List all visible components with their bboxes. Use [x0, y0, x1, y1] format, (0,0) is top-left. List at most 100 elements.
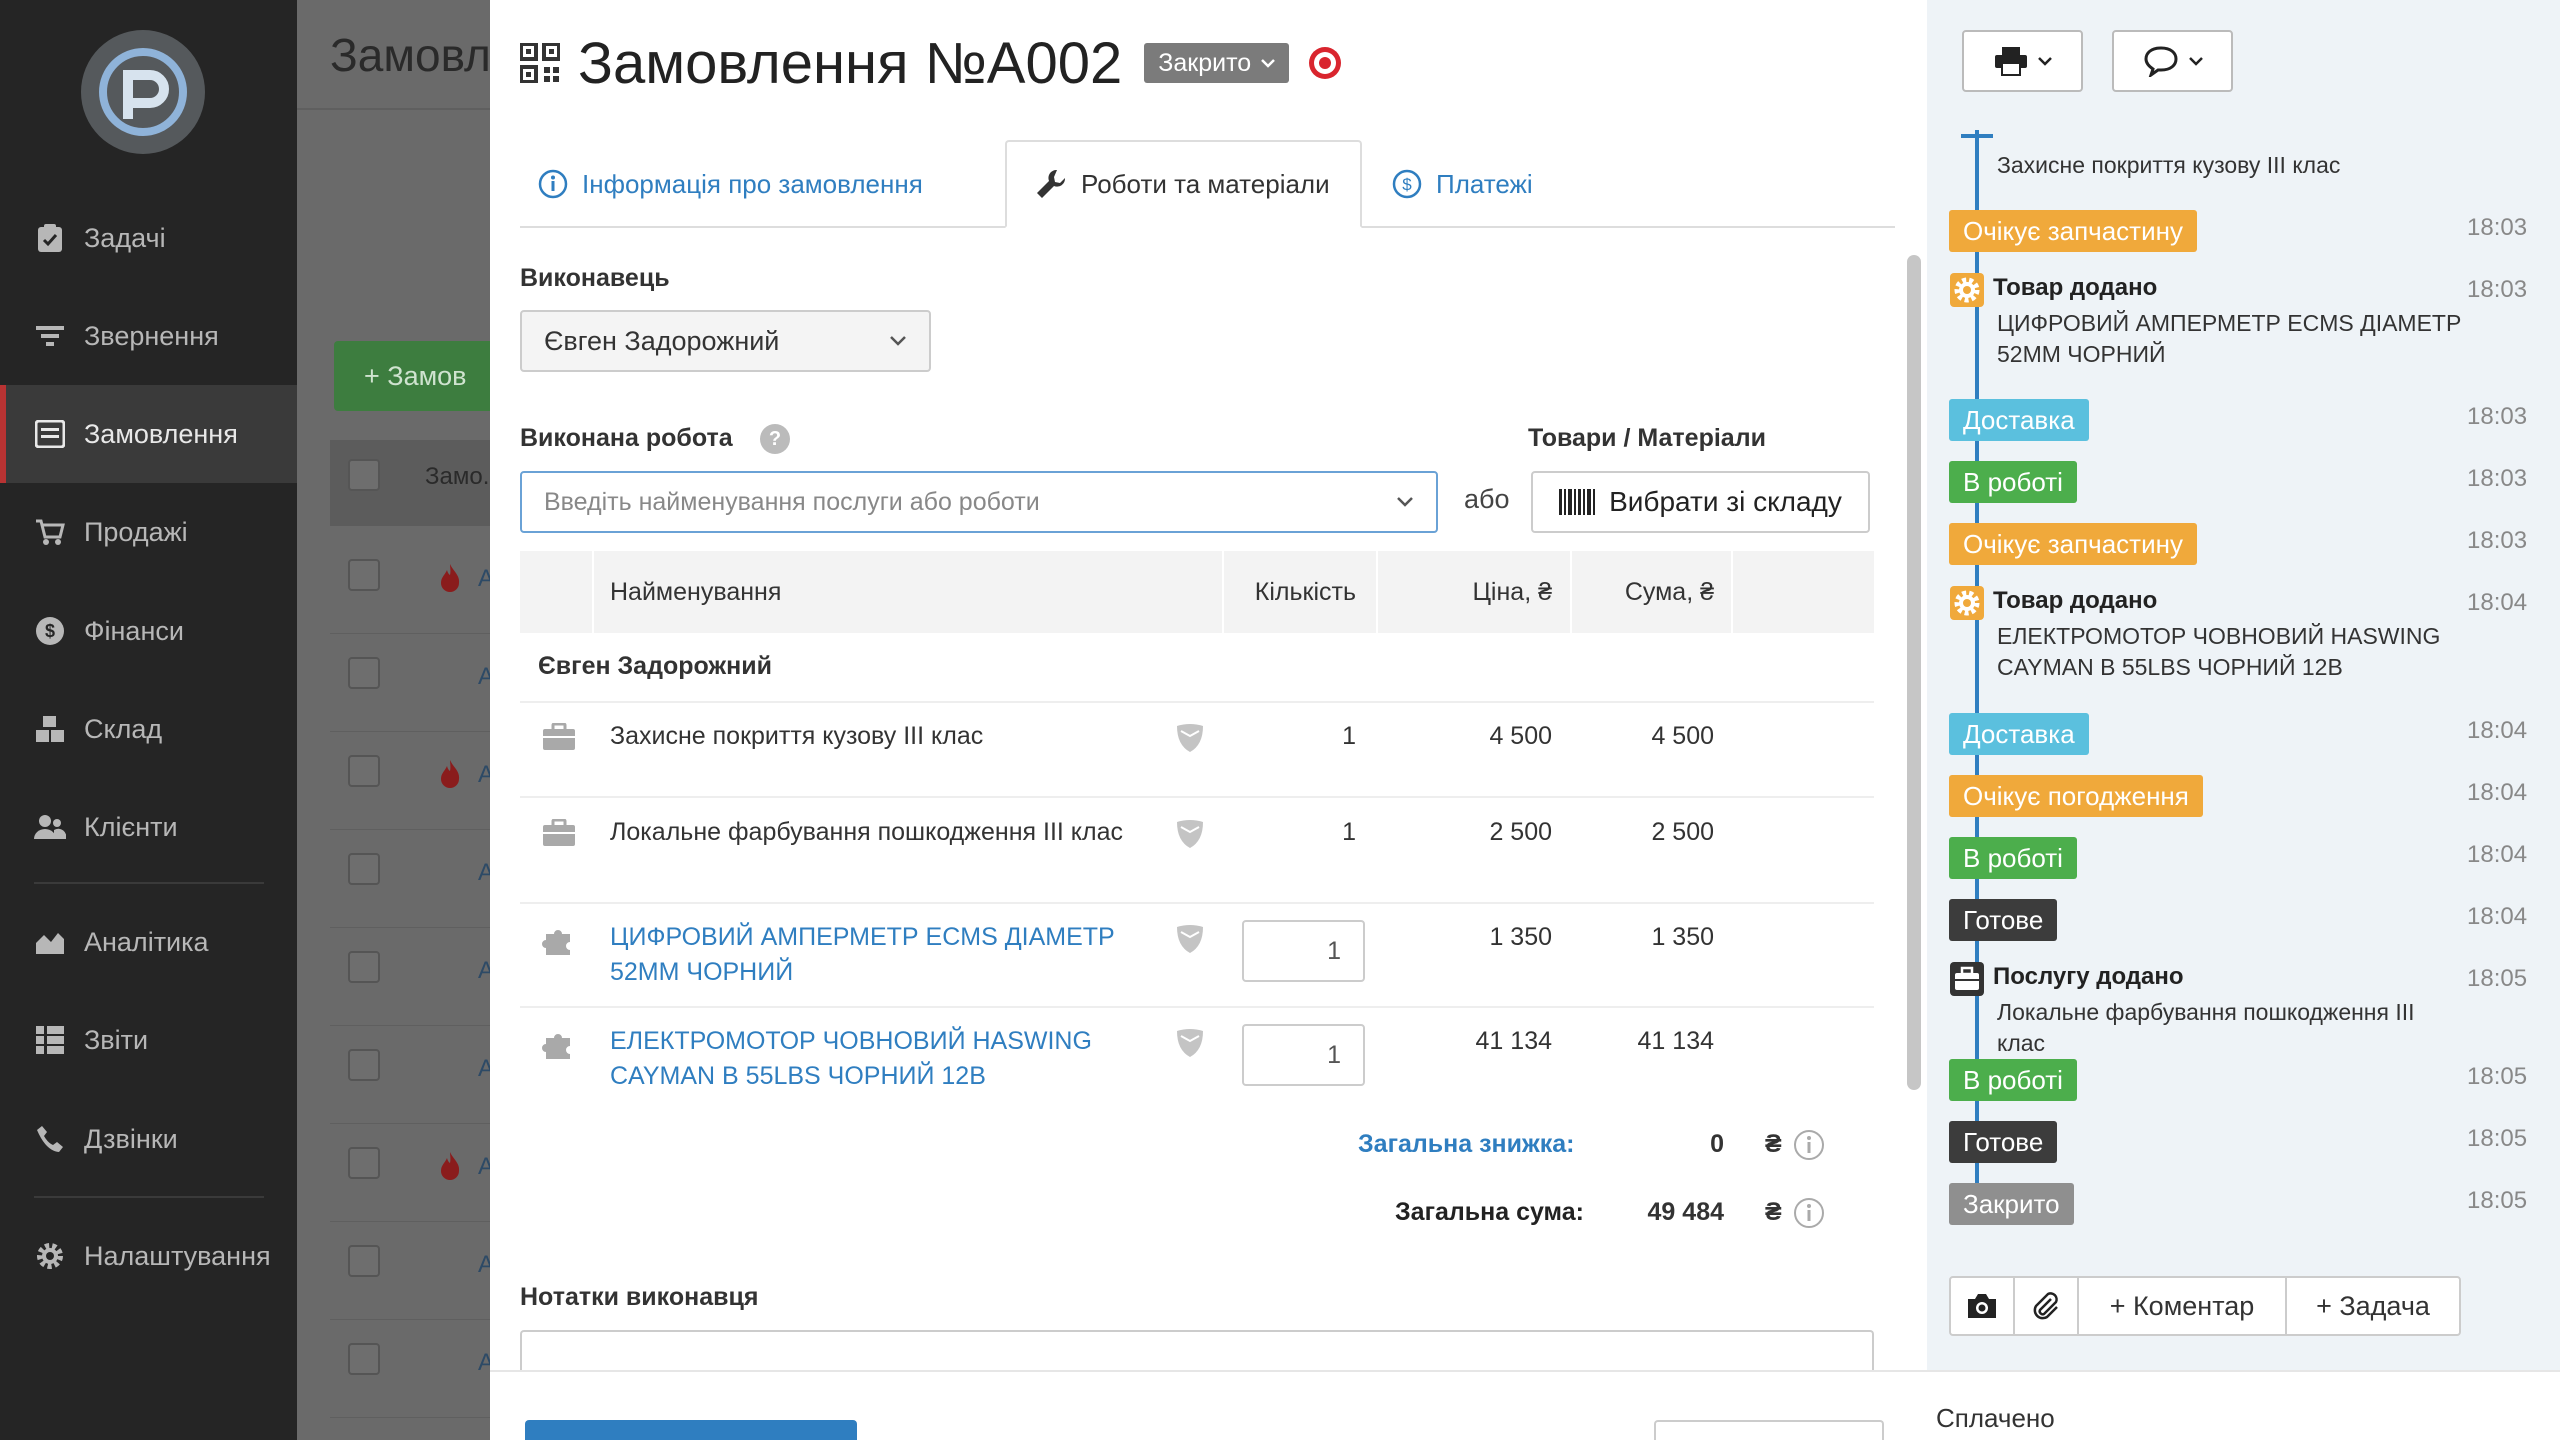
background-row-divider: [330, 731, 500, 732]
table-row: Локальне фарбування пошкодження III клас…: [520, 815, 1874, 901]
tab-payments[interactable]: $ Платежі: [1392, 140, 1533, 228]
status-label: Закрито: [1158, 48, 1252, 77]
background-row-checkbox: [348, 1147, 380, 1179]
background-row-divider: [330, 927, 500, 928]
qr-code-icon[interactable]: [520, 43, 560, 83]
timeline-time: 18:05: [2467, 1063, 2528, 1090]
list-report-icon: [34, 1024, 66, 1056]
dollar-circle-icon: $: [34, 615, 66, 647]
question-icon[interactable]: ?: [760, 424, 790, 454]
timeline-status-badge: В роботі: [1949, 461, 2077, 503]
select-from-stock-button[interactable]: Вибрати зі складу: [1531, 471, 1870, 533]
paid-label: Сплачено: [1936, 1403, 2055, 1433]
save-button[interactable]: [525, 1420, 857, 1440]
column-header-price: Ціна, ₴: [1472, 577, 1552, 606]
add-comment-button[interactable]: + Коментар: [2079, 1278, 2287, 1334]
tab-label: Роботи та матеріали: [1081, 168, 1330, 199]
row-qty-input[interactable]: 1: [1242, 920, 1365, 982]
row-divider: [520, 1006, 1874, 1008]
order-status-dropdown[interactable]: Закрито: [1144, 43, 1290, 83]
table-row: ЕЛЕКТРОМОТОР ЧОВНОВИЙ HASWING CAYMAN B 5…: [520, 1024, 1874, 1110]
attach-button[interactable]: [2015, 1278, 2079, 1334]
puzzle-icon: [542, 930, 570, 955]
svg-text:$: $: [1402, 175, 1412, 194]
sidebar-item-clients[interactable]: Клієнти: [0, 778, 297, 876]
info-circle-icon[interactable]: [1792, 1128, 1826, 1162]
add-task-button[interactable]: + Задача: [2287, 1278, 2459, 1334]
warranty-shield-icon[interactable]: [1175, 924, 1205, 954]
work-label: Виконана робота: [520, 424, 733, 452]
background-row-divider: [330, 1417, 500, 1418]
background-row-divider: [330, 829, 500, 830]
sidebar-item-tasks[interactable]: Задачі: [0, 189, 297, 287]
row-qty-input[interactable]: 1: [1242, 1024, 1365, 1086]
sidebar-item-label: Фінанси: [84, 615, 184, 646]
briefcase-icon: [543, 819, 575, 846]
info-circle-icon[interactable]: [1792, 1196, 1826, 1230]
app-logo[interactable]: [81, 30, 205, 154]
timeline-status-badge: Доставка: [1949, 713, 2089, 755]
scrollbar[interactable]: [1907, 255, 1921, 1090]
comment-dropdown-button[interactable]: [2112, 30, 2233, 92]
users-icon: [34, 811, 66, 843]
warranty-shield-icon[interactable]: [1175, 819, 1205, 849]
sidebar-item-settings[interactable]: Налаштування: [0, 1207, 297, 1305]
sidebar-item-label: Клієнти: [84, 811, 178, 842]
row-divider: [520, 796, 1874, 798]
table-row: Захисне покриття кузову III клас 1 4 500…: [520, 719, 1874, 794]
sidebar-item-reports[interactable]: Звіти: [0, 991, 297, 1089]
timeline-status-badge: Очікує запчастину: [1949, 523, 2197, 565]
cancel-button[interactable]: [1654, 1420, 1884, 1440]
sidebar-item-finance[interactable]: $ Фінанси: [0, 582, 297, 680]
chevron-down-icon: [2188, 57, 2203, 66]
timeline-event-title: Послугу додано: [1993, 963, 2184, 990]
discount-label[interactable]: Загальна знижка:: [1358, 1130, 1574, 1159]
performer-select[interactable]: Євген Задорожний: [520, 310, 931, 372]
row-name-link[interactable]: ЦИФРОВИЙ АМПЕРМЕТР ECMS ДІАМЕТР 52ММ ЧОР…: [610, 920, 1130, 990]
target-icon[interactable]: [1307, 45, 1343, 81]
sidebar-item-warehouse[interactable]: Склад: [0, 680, 297, 778]
gear-icon: [34, 1240, 66, 1272]
stock-button-label: Вибрати зі складу: [1609, 486, 1842, 517]
sidebar-item-label: Замовлення: [84, 418, 238, 449]
timeline-status-badge: Очікує погодження: [1949, 775, 2203, 817]
timeline-time: 18:05: [2467, 1187, 2528, 1214]
total-value: 49 484: [1647, 1198, 1724, 1226]
discount-value: 0: [1710, 1130, 1724, 1158]
boxes-icon: [34, 713, 66, 745]
sidebar-item-requests[interactable]: Звернення: [0, 287, 297, 385]
work-search-input[interactable]: Введіть найменування послуги або роботи: [520, 471, 1438, 533]
print-dropdown-button[interactable]: [1962, 30, 2083, 92]
warranty-shield-icon[interactable]: [1175, 723, 1205, 753]
timeline-time: 18:04: [2467, 903, 2528, 930]
logo-mark-icon: [99, 48, 187, 136]
discount-currency: ₴: [1765, 1130, 1782, 1158]
tab-order-info[interactable]: Інформація про замовлення: [538, 140, 923, 228]
tab-label: Платежі: [1436, 168, 1533, 199]
wrench-icon: [1037, 169, 1066, 198]
sidebar-divider: [34, 1196, 264, 1198]
notes-label: Нотатки виконавця: [520, 1283, 759, 1311]
photo-button[interactable]: [1951, 1278, 2015, 1334]
chevron-down-icon: [1261, 59, 1276, 68]
background-select-all-checkbox: [348, 459, 380, 491]
or-text: або: [1464, 484, 1510, 514]
column-divider: [1376, 551, 1378, 633]
sidebar-item-sales[interactable]: Продажі: [0, 483, 297, 581]
background-row-divider: [330, 1221, 500, 1222]
sidebar-item-orders[interactable]: Замовлення: [0, 385, 297, 483]
background-new-order-button: + Замов: [334, 341, 504, 411]
items-table-header: Найменування Кількість Ціна, ₴ Сума, ₴: [520, 551, 1874, 633]
warranty-shield-icon[interactable]: [1175, 1028, 1205, 1058]
row-name: Захисне покриття кузову III клас: [610, 722, 984, 750]
tab-works-materials[interactable]: Роботи та матеріали: [1005, 140, 1362, 228]
background-row-divider: [330, 1025, 500, 1026]
briefcase-icon: [543, 723, 575, 750]
sidebar-item-calls[interactable]: Дзвінки: [0, 1090, 297, 1188]
row-name-link[interactable]: ЕЛЕКТРОМОТОР ЧОВНОВИЙ HASWING CAYMAN B 5…: [610, 1024, 1130, 1094]
sidebar-item-analytics[interactable]: Аналітика: [0, 893, 297, 991]
paperclip-icon: [2033, 1292, 2058, 1320]
column-divider: [592, 551, 594, 633]
timeline-status-badge: Доставка: [1949, 399, 2089, 441]
gear-icon: [1950, 586, 1984, 620]
